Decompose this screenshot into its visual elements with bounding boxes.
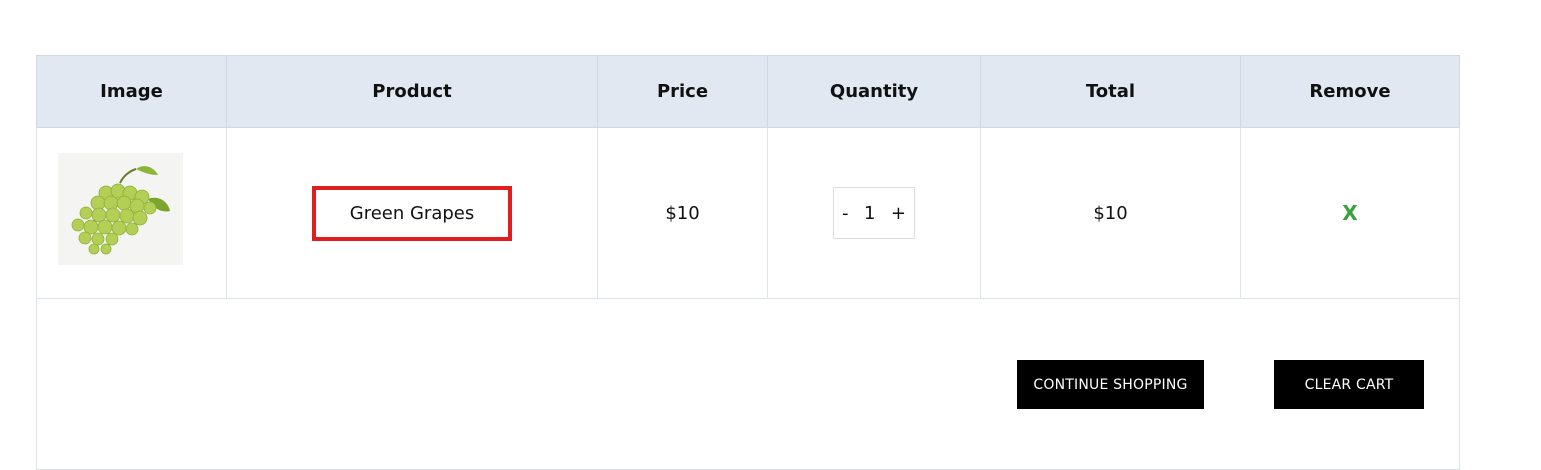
quantity-increment-button[interactable]: + [891,203,906,224]
cart-actions-cell: CONTINUE SHOPPING CLEAR CART [36,298,1460,470]
total-cell: $10 [980,127,1241,299]
quantity-decrement-button[interactable]: - [842,203,849,224]
remove-item-button[interactable]: X [1342,201,1357,225]
cart-table-header: Image Product Price Quantity Total Remov… [36,55,1460,128]
header-total: Total [980,55,1241,128]
quantity-stepper: - 1 + [833,187,915,239]
clear-cart-button[interactable]: CLEAR CART [1274,360,1424,409]
header-quantity: Quantity [767,55,981,128]
continue-shopping-button[interactable]: CONTINUE SHOPPING [1017,360,1204,409]
header-remove: Remove [1240,55,1460,128]
header-image: Image [36,55,227,128]
remove-cell: X [1240,127,1460,299]
product-image-cell [36,127,227,299]
product-name[interactable]: Green Grapes [311,185,513,241]
quantity-cell: - 1 + [767,127,981,299]
price-cell: $10 [597,127,768,299]
table-row: Green Grapes $10 - 1 + $10 X [36,127,1460,299]
product-name-cell: Green Grapes [226,127,598,299]
header-price: Price [597,55,768,128]
product-thumbnail[interactable] [58,153,183,265]
quantity-value[interactable]: 1 [864,203,875,224]
header-product: Product [226,55,598,128]
cart-table: Image Product Price Quantity Total Remov… [36,55,1460,470]
cart-actions-row: CONTINUE SHOPPING CLEAR CART [36,298,1460,470]
grapes-image-icon [58,153,183,265]
cart-container: Image Product Price Quantity Total Remov… [36,55,1460,470]
cart-actions: CONTINUE SHOPPING CLEAR CART [37,340,1459,428]
